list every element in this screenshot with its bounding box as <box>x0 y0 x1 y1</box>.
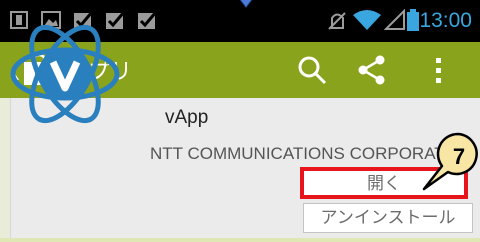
signal-icon <box>384 9 405 30</box>
app-logo-icon <box>10 24 120 124</box>
status-clock: 13:00 <box>419 9 472 32</box>
share-icon[interactable] <box>354 52 390 88</box>
checkbox-icon <box>138 11 158 29</box>
uninstall-button[interactable]: アンインストール <box>303 203 473 233</box>
battery-icon <box>407 9 419 31</box>
step-number: 7 <box>452 144 466 169</box>
card-divider <box>0 238 480 242</box>
search-icon[interactable] <box>294 52 330 88</box>
alarm-icon <box>328 12 346 30</box>
wifi-icon <box>353 10 381 30</box>
app-name: vApp <box>165 107 209 128</box>
overflow-menu-icon[interactable] <box>424 52 454 88</box>
pointer-arrow-icon <box>239 0 253 8</box>
